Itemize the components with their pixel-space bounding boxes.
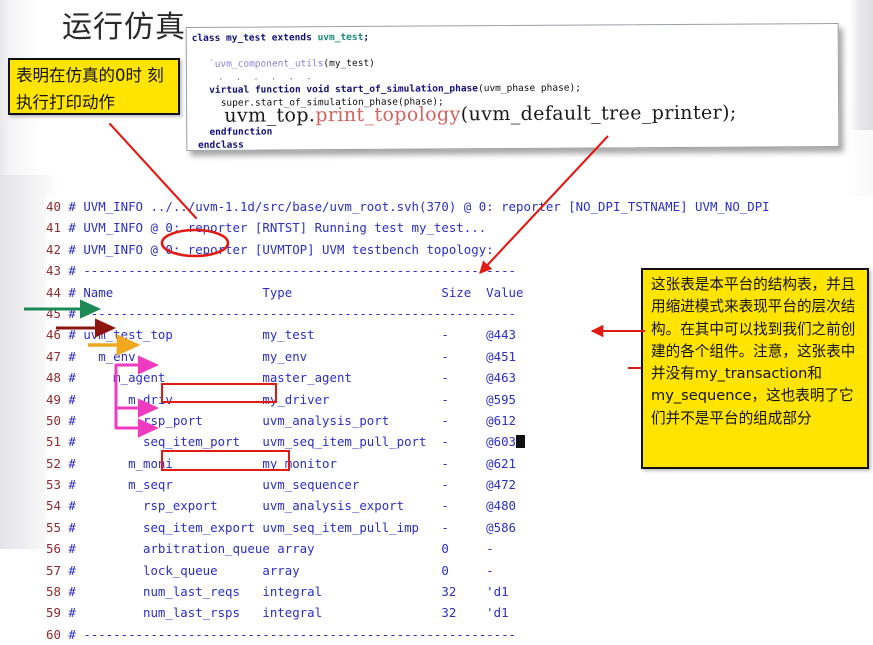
code-token: endfunction: [192, 126, 273, 138]
log-hash-marker: #: [68, 327, 76, 343]
code-token: (my_test): [323, 57, 375, 70]
code-token: class: [191, 32, 227, 44]
log-line-number: 50: [46, 412, 69, 428]
log-line-number: 48: [46, 370, 69, 386]
code-line: endclass: [192, 135, 838, 151]
log-line: 41 # UVM_INFO @ 0: reporter [RNTST] Runn…: [46, 217, 873, 238]
code-token: ;: [363, 31, 370, 43]
log-line-number: 59: [46, 605, 69, 621]
log-line-number: 57: [46, 562, 69, 578]
log-line-text: num_last_rsps integral 32 'd1: [75, 605, 509, 621]
log-line-text: ----------------------------------------…: [75, 305, 516, 321]
log-hash-marker: #: [68, 241, 76, 257]
log-hash-marker: #: [68, 455, 76, 471]
callout-left: 表明在仿真的0时 刻执行打印动作: [8, 58, 180, 115]
code-token: uvm_top.: [192, 104, 316, 127]
log-hash-marker: #: [68, 199, 76, 214]
log-line-number: 43: [46, 263, 69, 279]
log-line-text: m_agent master_agent - @463: [75, 370, 516, 386]
log-line-text: m_driv my_driver - @595: [75, 391, 516, 407]
log-line-number: 41: [46, 220, 69, 236]
code-token: `uvm_component_utils: [191, 58, 324, 70]
log-line-number: 54: [46, 498, 69, 514]
log-hash-marker: #: [68, 263, 76, 279]
highlight-box-seq-item-port: [161, 383, 277, 403]
log-line-number: 47: [46, 348, 69, 364]
log-line: 57 # lock_queue array 0 -: [46, 560, 873, 581]
highlight-box-seq-item-export: [161, 450, 290, 471]
log-hash-marker: #: [68, 220, 76, 236]
log-hash-marker: #: [68, 562, 76, 578]
log-line-number: 46: [46, 327, 69, 343]
log-line-text: UVM_INFO @ 0: reporter [UVMTOP] UVM test…: [75, 241, 494, 257]
log-line-number: 51: [46, 434, 69, 450]
log-hash-marker: #: [68, 626, 76, 642]
log-hash-marker: #: [68, 519, 76, 535]
code-token: (uvm_default_tree_printer);: [460, 101, 737, 126]
log-hash-marker: #: [68, 605, 76, 621]
log-line-number: 53: [46, 477, 69, 493]
log-line-text: UVM_INFO @ 0: reporter [RNTST] Running t…: [75, 220, 487, 236]
log-line: 54 # rsp_export uvm_analysis_export - @4…: [46, 495, 873, 516]
log-line: 42 # UVM_INFO @ 0: reporter [UVMTOP] UVM…: [46, 239, 873, 260]
slide-canvas: 运行仿真 class my_test extends uvm_test; `uv…: [0, 0, 873, 642]
log-line-text: uvm_test_top my_test - @443: [75, 327, 516, 343]
log-hash-marker: #: [68, 305, 76, 321]
log-line-number: 58: [46, 584, 69, 600]
log-line-number: 49: [46, 391, 69, 407]
log-line-text: UVM_INFO ../../uvm-1.1d/src/base/uvm_roo…: [75, 199, 770, 214]
log-hash-marker: #: [68, 477, 76, 493]
log-line-text: ----------------------------------------…: [75, 263, 516, 279]
log-hash-marker: #: [68, 498, 76, 514]
log-line-text: m_moni my_monitor - @621: [75, 455, 516, 471]
log-hash-marker: #: [68, 584, 76, 600]
log-line-text: Name Type Size Value: [75, 284, 524, 300]
log-line-text: num_last_reqs integral 32 'd1: [75, 584, 509, 600]
log-hash-marker: #: [68, 348, 76, 364]
log-line: 60 # -----------------------------------…: [46, 624, 873, 645]
log-line-text: rsp_export uvm_analysis_export - @480: [75, 498, 516, 514]
log-line: 58 # num_last_reqs integral 32 'd1: [46, 581, 873, 602]
page-title: 运行仿真: [62, 10, 186, 45]
log-line: 53 # m_seqr uvm_sequencer - @472: [46, 474, 873, 495]
log-line-text: ----------------------------------------…: [75, 626, 516, 642]
code-token: endclass: [192, 139, 244, 151]
log-hash-marker: #: [68, 434, 76, 450]
code-token: print_topology: [315, 103, 461, 127]
log-line-number: 55: [46, 519, 69, 535]
log-line: 59 # num_last_rsps integral 32 'd1: [46, 602, 873, 623]
log-line-text: seq_item_export uvm_seq_item_pull_imp - …: [75, 519, 516, 535]
code-token: my_test: [225, 32, 272, 44]
log-line-text: m_seqr uvm_sequencer - @472: [75, 477, 516, 493]
log-line-number: 40: [46, 199, 69, 214]
log-hash-marker: #: [68, 284, 76, 300]
log-line-text: lock_queue array 0 -: [75, 562, 494, 578]
log-line-text: m_env my_env - @451: [75, 348, 516, 364]
log-hash-marker: #: [68, 370, 76, 386]
log-line-number: 52: [46, 455, 69, 471]
code-token: virtual function void start_of_simulatio…: [191, 83, 479, 96]
log-hash-marker: #: [68, 412, 76, 428]
log-line-number: 42: [46, 241, 69, 257]
log-line: 55 # seq_item_export uvm_seq_item_pull_i…: [46, 517, 873, 538]
log-line-text: rsp_port uvm_analysis_port - @612: [75, 412, 516, 428]
log-line-text: seq_item_port uvm_seq_item_pull_port - @…: [75, 434, 516, 450]
callout-right: 这张表是本平台的结构表，并且用缩进模式来表现平台的层次结构。在其中可以找到我们之…: [641, 268, 869, 469]
log-line-number: 60: [46, 626, 69, 642]
code-token: (uvm_phase phase);: [477, 82, 581, 95]
log-line-number: 44: [46, 284, 69, 300]
log-hash-marker: #: [68, 391, 76, 407]
code-token: extends: [271, 32, 318, 44]
log-line: 40 # UVM_INFO ../../uvm-1.1d/src/base/uv…: [46, 196, 873, 217]
code-snippet-card: class my_test extends uvm_test; `uvm_com…: [185, 23, 840, 151]
code-token: uvm_test: [317, 31, 364, 44]
code-token: . . . . . .: [191, 72, 316, 82]
log-line-number: 45: [46, 305, 69, 321]
text-cursor: [516, 435, 525, 449]
code-snippet-body: class my_test extends uvm_test; `uvm_com…: [191, 28, 839, 151]
